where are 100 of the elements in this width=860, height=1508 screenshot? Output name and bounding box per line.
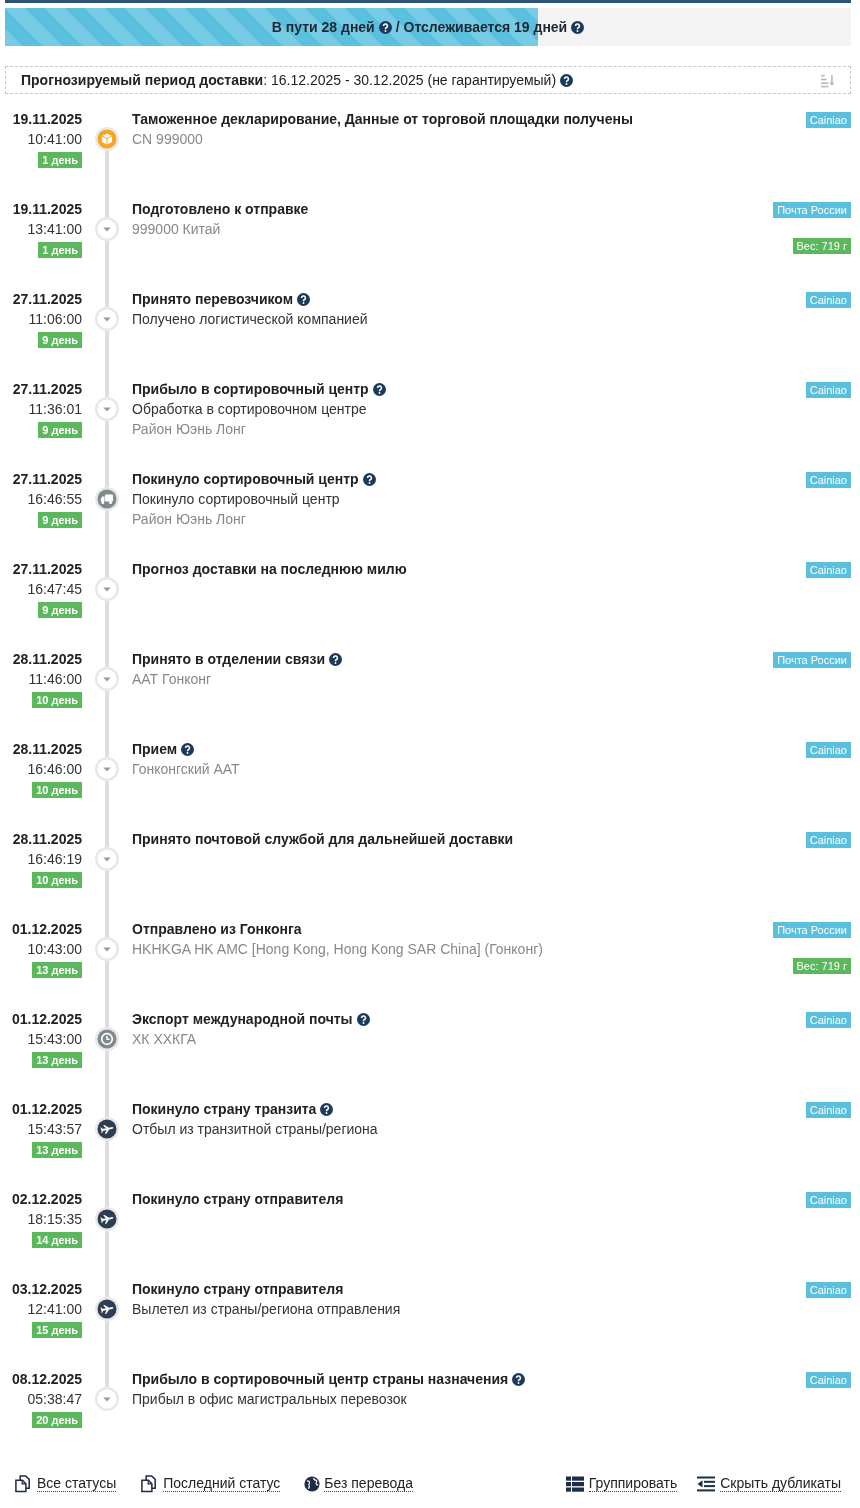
day-badge: 9 день [38, 602, 82, 618]
event-title: Прибыло в сортировочный центр [132, 380, 369, 399]
event-title: Принято в отделении связи [132, 650, 325, 669]
day-badge: 14 день [32, 1232, 82, 1248]
outdent-icon [696, 1474, 717, 1493]
event-date: 03.12.2025 [11, 1280, 82, 1299]
event-time: 13:41:00 [27, 220, 82, 239]
event-time: 16:47:45 [27, 580, 82, 599]
carrier-badge: Cainiao [805, 382, 851, 398]
event-time: 18:15:35 [27, 1210, 82, 1229]
event-date: 27.11.2025 [12, 380, 82, 399]
help-icon[interactable] [297, 292, 311, 306]
event-time: 05:38:47 [27, 1390, 82, 1409]
event-description: Покинуло сортировочный центр [132, 490, 341, 509]
action-link[interactable]: Группировать [564, 1474, 678, 1493]
day-badge: 13 день [32, 1052, 82, 1068]
delivery-forecast: Прогнозируемый период доставки: 16.12.2025 - 30.12.2025 (не гарантируемый) [21, 72, 557, 88]
day-badge: 13 день [32, 962, 82, 978]
help-icon[interactable] [560, 73, 574, 87]
weight-badge: Вес: 719 г [792, 238, 851, 254]
globe-icon [304, 1475, 321, 1492]
help-icon[interactable] [378, 20, 392, 34]
event-location: CN 999000 [132, 130, 204, 149]
event-title: Экспорт международной почты [132, 1010, 353, 1029]
carrier-badge: Cainiao [805, 1012, 851, 1028]
help-icon[interactable] [372, 382, 386, 396]
event-title: Покинуло страну отправителя [132, 1280, 344, 1299]
day-badge: 15 день [32, 1322, 82, 1338]
carrier-badge: Cainiao [805, 1282, 851, 1298]
event-title: Покинуло сортировочный центр [132, 470, 359, 489]
day-badge: 1 день [38, 152, 82, 168]
event-time: 15:43:00 [27, 1030, 82, 1049]
day-badge: 10 день [32, 692, 82, 708]
event-location: Район Юэнь Лонг [132, 510, 247, 529]
day-badge: 9 день [38, 512, 82, 528]
carrier-badge: Cainiao [805, 562, 851, 578]
event-time: 16:46:00 [27, 760, 82, 779]
action-link[interactable]: Последний статус [140, 1474, 281, 1493]
day-badge: 13 день [32, 1142, 82, 1158]
event-description: Получено логистической компанией [132, 310, 369, 329]
event-date: 27.11.2025 [12, 290, 82, 309]
event-title: Подготовлено к отправке [132, 200, 309, 219]
help-icon[interactable] [356, 1012, 370, 1026]
event-title: Таможенное декларирование, Данные от торговой площадки получены [132, 110, 633, 129]
action-link[interactable]: Все статусы [14, 1474, 117, 1493]
list-icon [564, 1474, 585, 1493]
progress-text: В пути 28 дней [271, 19, 375, 35]
carrier-badge: Cainiao [805, 1102, 851, 1118]
day-badge: 10 день [32, 782, 82, 798]
day-badge: 1 день [38, 242, 82, 258]
carrier-badge: Почта России [773, 202, 851, 218]
event-time: 10:43:00 [27, 940, 82, 959]
carrier-badge: Cainiao [805, 472, 851, 488]
weight-badge: Вес: 719 г [792, 958, 851, 974]
event-title: Принято почтовой службой для дальнейшей доставки [132, 830, 514, 849]
event-time: 16:46:55 [27, 490, 82, 509]
carrier-badge: Cainiao [805, 292, 851, 308]
event-title: Покинуло страну транзита [132, 1100, 317, 1119]
day-badge: 20 день [32, 1412, 82, 1428]
action-link[interactable]: Скрыть дубликаты [696, 1474, 841, 1493]
event-time: 11:46:00 [28, 670, 82, 689]
event-date: 19.11.2025 [12, 200, 82, 219]
event-location: Район Юэнь Лонг [132, 420, 247, 439]
event-time: 11:06:00 [28, 310, 82, 329]
action-link[interactable]: Без перевода [304, 1474, 413, 1493]
event-description: Отбыл из транзитной страны/региона [132, 1120, 379, 1139]
event-description: Обработка в сортировочном центре [132, 400, 368, 419]
event-date: 28.11.2025 [12, 740, 82, 759]
event-time: 11:36:01 [28, 400, 82, 419]
event-date: 08.12.2025 [11, 1370, 82, 1389]
carrier-badge: Cainiao [805, 112, 851, 128]
day-badge: 9 день [38, 332, 82, 348]
event-time: 16:46:19 [27, 850, 82, 869]
event-location: ААТ Гонконг [132, 670, 213, 689]
event-title: Прогноз доставки на последнюю милю [132, 560, 407, 579]
carrier-badge: Почта России [773, 922, 851, 938]
event-location: ХК ХХКГА [132, 1030, 198, 1049]
carrier-badge: Cainiao [805, 1372, 851, 1388]
carrier-badge: Cainiao [805, 1192, 851, 1208]
event-date: 28.11.2025 [12, 650, 82, 669]
help-icon[interactable] [320, 1102, 334, 1116]
help-icon[interactable] [329, 652, 342, 666]
event-time: 12:41:00 [27, 1300, 82, 1319]
help-icon[interactable] [571, 20, 585, 34]
carrier-badge: Cainiao [805, 832, 851, 848]
day-badge: 9 день [38, 422, 82, 438]
help-icon[interactable] [181, 742, 195, 756]
help-icon[interactable] [512, 1372, 526, 1386]
event-date: 01.12.2025 [11, 1100, 82, 1119]
day-badge: 10 день [32, 872, 82, 888]
event-time: 10:41:00 [27, 130, 82, 149]
event-location: HKHKGA HK AMC [Hong Kong, Hong Kong SAR China] (Гонконг) [132, 940, 544, 959]
help-icon[interactable] [362, 472, 376, 486]
event-date: 27.11.2025 [12, 470, 82, 489]
carrier-badge: Почта России [773, 652, 851, 668]
event-title: Прибыло в сортировочный центр страны назначения [132, 1370, 509, 1389]
event-date: 01.12.2025 [11, 1010, 82, 1029]
event-time: 15:43:57 [27, 1120, 82, 1139]
event-title: Прием [132, 740, 178, 759]
event-description: Вылетел из страны/региона отправления [132, 1300, 402, 1319]
